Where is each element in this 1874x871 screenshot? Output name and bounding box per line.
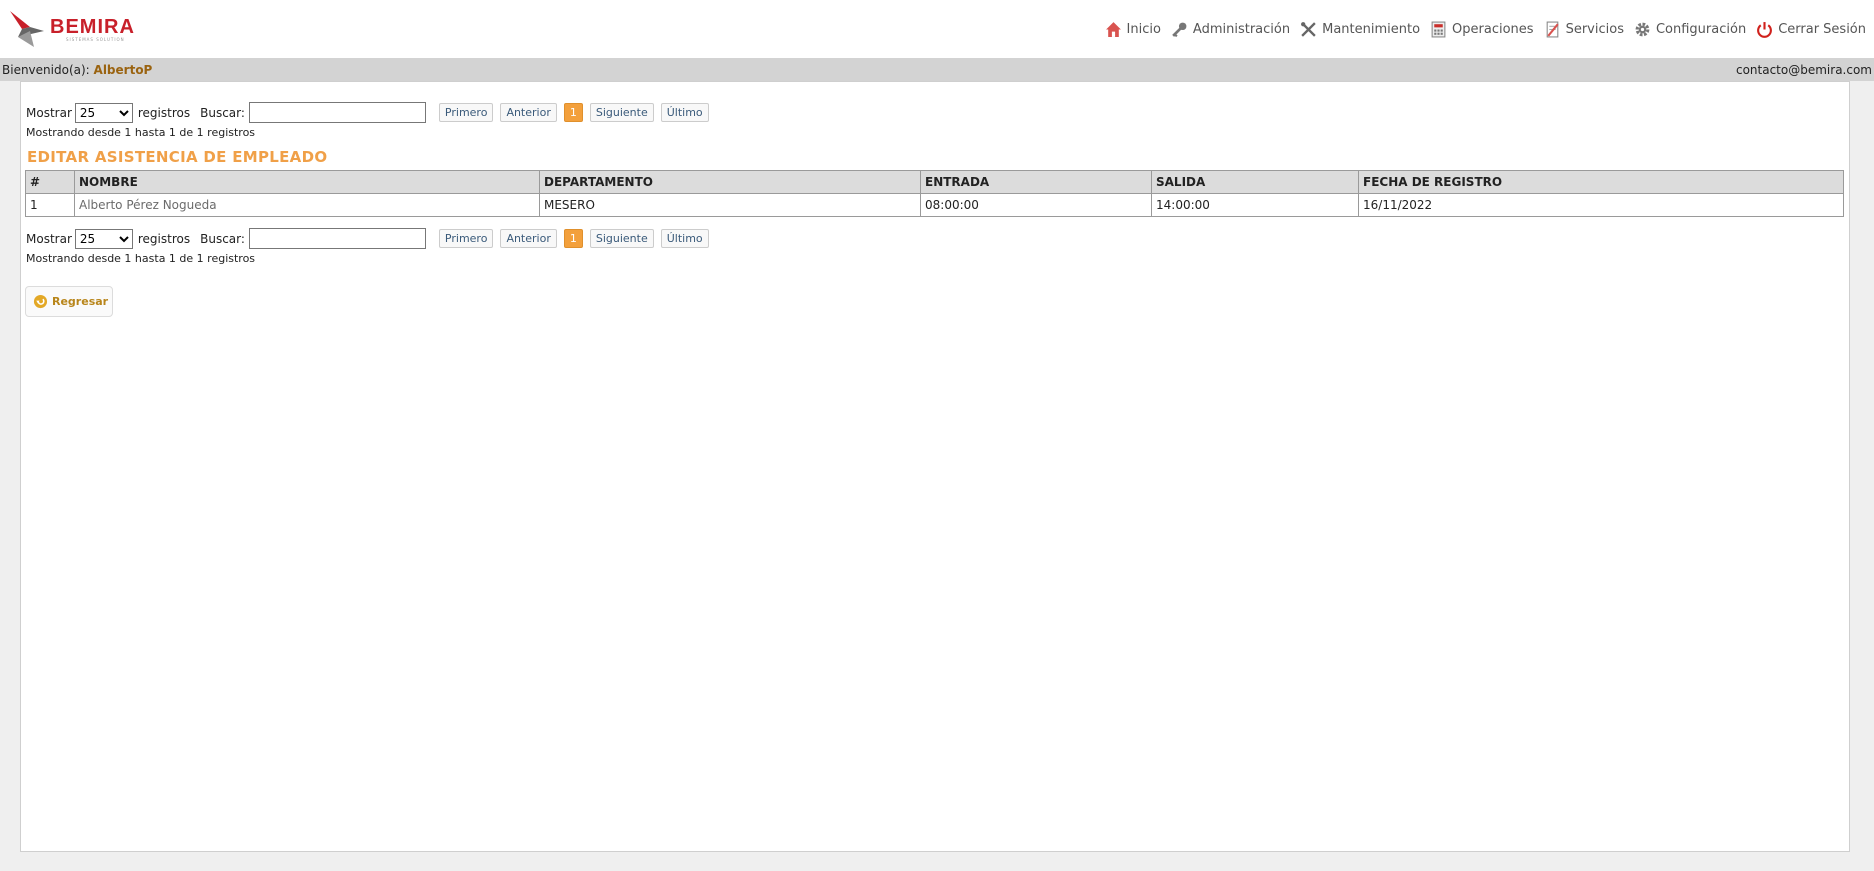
user-bar: Bienvenido(a): AlbertoP contacto@bemira.… <box>0 58 1874 81</box>
show-label: Mostrar <box>26 231 72 246</box>
calculator-icon <box>1431 21 1446 37</box>
prev-page-button[interactable]: Anterior <box>500 103 557 122</box>
first-page-button[interactable]: Primero <box>438 103 494 122</box>
logo-name: BEMIRA <box>50 15 135 38</box>
col-entry-header[interactable]: ENTRADA <box>920 170 1152 194</box>
logo-tagline: SISTEMAS SOLUTION <box>66 36 125 42</box>
welcome-label: Bienvenido(a): <box>2 62 90 77</box>
nav-configuracion[interactable]: Configuración <box>1634 21 1746 38</box>
nav-cerrar-sesion[interactable]: Cerrar Sesión <box>1756 21 1866 38</box>
prev-page-button[interactable]: Anterior <box>500 229 557 248</box>
last-page-button[interactable]: Último <box>660 229 709 248</box>
search-input[interactable] <box>248 102 426 123</box>
nav-mantenimiento-label: Mantenimiento <box>1322 21 1421 37</box>
page-size-select[interactable]: 25 <box>74 228 133 249</box>
next-page-button[interactable]: Siguiente <box>589 103 654 122</box>
table-header-row: # NOMBRE DEPARTAMENTO ENTRADA SALIDA FEC… <box>25 170 1844 194</box>
contact-email[interactable]: contacto@bemira.com <box>1736 63 1872 77</box>
home-icon <box>1105 21 1121 37</box>
nav-inicio-label: Inicio <box>1126 21 1161 37</box>
pager-top: Primero Anterior 1 Siguiente Último <box>438 103 716 122</box>
nav-servicios-label: Servicios <box>1565 21 1624 37</box>
show-label: Mostrar <box>26 105 72 120</box>
current-page-button[interactable]: 1 <box>563 103 583 122</box>
cell-exit: 14:00:00 <box>1151 193 1359 217</box>
key-icon <box>1172 22 1187 37</box>
col-department-header[interactable]: DEPARTAMENTO <box>539 170 921 194</box>
records-label: registros <box>137 231 191 246</box>
search-label: Buscar: <box>200 105 245 120</box>
main-panel: Mostrar 25 registros Buscar: Primero Ant… <box>20 81 1850 852</box>
pager-bottom: Primero Anterior 1 Siguiente Último <box>438 229 716 248</box>
table-controls-bottom: Mostrar 25 registros Buscar: Primero Ant… <box>26 228 716 249</box>
first-page-button[interactable]: Primero <box>438 229 494 248</box>
last-page-button[interactable]: Último <box>660 103 709 122</box>
attendance-table: # NOMBRE DEPARTAMENTO ENTRADA SALIDA FEC… <box>25 170 1844 217</box>
nav-administracion[interactable]: Administración <box>1171 21 1290 38</box>
page-title: EDITAR ASISTENCIA DE EMPLEADO <box>27 148 328 166</box>
gear-icon <box>1635 22 1650 36</box>
next-page-button[interactable]: Siguiente <box>589 229 654 248</box>
cell-entry: 08:00:00 <box>920 193 1152 217</box>
back-arrow-icon <box>33 294 48 309</box>
col-number-header[interactable]: # <box>25 170 75 194</box>
nav-mantenimiento[interactable]: Mantenimiento <box>1300 21 1420 38</box>
cell-name[interactable]: Alberto Pérez Nogueda <box>74 193 540 217</box>
current-page-button[interactable]: 1 <box>563 229 583 248</box>
username: AlbertoP <box>93 62 153 77</box>
nav-operaciones[interactable]: Operaciones <box>1430 21 1534 38</box>
cell-date: 16/11/2022 <box>1358 193 1844 217</box>
records-info-top: Mostrando desde 1 hasta 1 de 1 registros <box>26 126 256 139</box>
col-date-header[interactable]: FECHA DE REGISTRO <box>1358 170 1844 194</box>
welcome-text: Bienvenido(a): AlbertoP <box>2 63 152 77</box>
cell-number: 1 <box>25 193 75 217</box>
col-exit-header[interactable]: SALIDA <box>1151 170 1359 194</box>
col-name-header[interactable]: NOMBRE <box>74 170 540 194</box>
cell-department: MESERO <box>539 193 921 217</box>
logo[interactable]: BEMIRA SISTEMAS SOLUTION <box>8 0 135 58</box>
nav-operaciones-label: Operaciones <box>1452 21 1534 37</box>
page-size-select[interactable]: 25 <box>74 102 133 123</box>
search-input[interactable] <box>248 228 426 249</box>
nav-servicios[interactable]: Servicios <box>1544 21 1624 38</box>
back-button-label: Regresar <box>52 295 109 308</box>
nav-inicio[interactable]: Inicio <box>1105 21 1161 38</box>
table-row[interactable]: 1 Alberto Pérez Nogueda MESERO 08:00:00 … <box>25 193 1844 217</box>
records-label: registros <box>137 105 191 120</box>
nav-cerrar-sesion-label: Cerrar Sesión <box>1778 21 1866 37</box>
table-controls-top: Mostrar 25 registros Buscar: Primero Ant… <box>26 102 716 123</box>
bemira-logo-icon <box>10 11 44 47</box>
main-nav: Inicio Administración Mantenimiento Oper… <box>1095 21 1866 38</box>
tools-icon <box>1301 21 1316 37</box>
records-info-bottom: Mostrando desde 1 hasta 1 de 1 registros <box>26 252 256 265</box>
document-icon <box>1546 21 1559 37</box>
nav-administracion-label: Administración <box>1192 21 1291 37</box>
nav-configuracion-label: Configuración <box>1655 21 1747 37</box>
back-button[interactable]: Regresar <box>25 286 113 317</box>
power-icon <box>1757 21 1773 38</box>
top-bar: BEMIRA SISTEMAS SOLUTION Inicio Administ… <box>0 0 1874 58</box>
search-label: Buscar: <box>200 231 245 246</box>
